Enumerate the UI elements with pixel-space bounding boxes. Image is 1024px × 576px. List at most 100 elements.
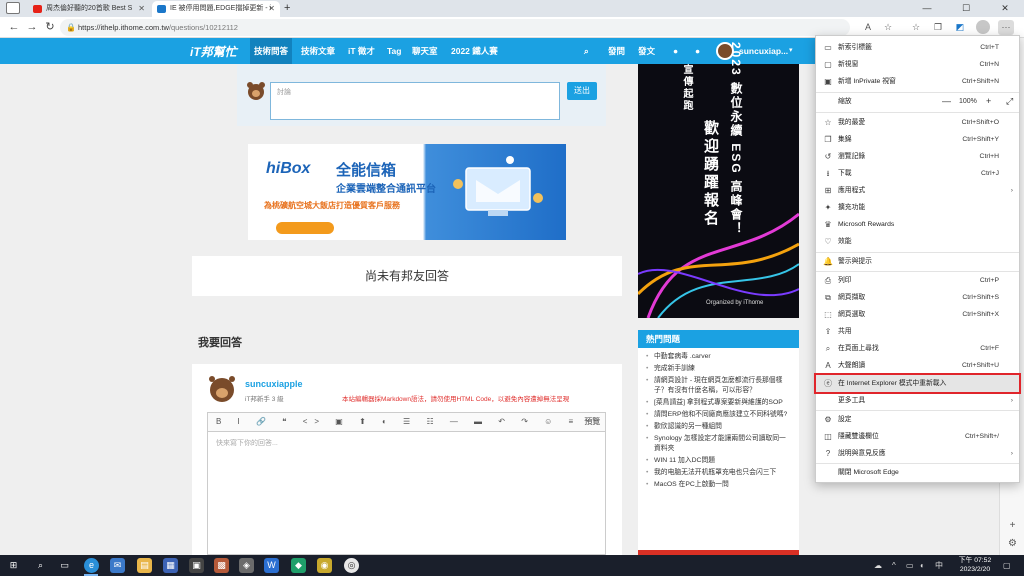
menu-item-close-edge[interactable]: 關閉 Microsoft Edge [816,464,1019,481]
fullscreen-icon[interactable]: ⤢ [1006,93,1013,110]
chat-icon[interactable]: ● [673,38,678,64]
chrome-icon[interactable]: ◎ [344,558,359,573]
menu-item-share[interactable]: ⇪ 共用 [816,323,1019,340]
app-icon[interactable]: ◆ [291,558,306,573]
list-item[interactable]: Synology 怎樣設定才能讓兩間公司讀取同一資料夾 [646,434,791,454]
list-item[interactable]: [菜鳥請益] 拿到程式專案要新與維護的SOP [646,398,791,408]
file-explorer-icon[interactable]: ▤ [137,558,152,573]
answer-textarea[interactable]: 快來寫下你的回答... [207,432,606,555]
list-item[interactable]: 請網頁設計 - 現在網頁怎麼都流行長那個樣子？有沒有什麼名稱，可以形容？ [646,376,791,396]
back-button[interactable]: ← [4,17,24,38]
refresh-button[interactable]: ↻ [40,17,60,38]
menu-item-read-aloud[interactable]: A 大聲朗讀 Ctrl+Shift+U [816,357,1019,374]
address-bar[interactable]: 🔒 https://ithelp.ithome.com.tw/questions… [60,19,850,36]
advertisement-banner[interactable]: hiBox 全能信箱 企業雲端整合通訊平台 為桃礦航空城大飯店打造優質客戶服務 [248,144,566,240]
menu-item-more-tools[interactable]: 更多工具 › [816,392,1019,409]
tray-chevron-icon[interactable]: ^ [892,558,896,573]
preview-button[interactable]: 預覽 [584,417,600,426]
menu-item-web-select[interactable]: ⬚ 網頁選取 Ctrl+Shift+X [816,306,1019,323]
volume-icon[interactable]: ◐ [920,558,925,573]
menu-item-apps[interactable]: ⊞ 應用程式 › [816,182,1019,199]
language-indicator[interactable]: 中 [935,558,943,573]
sidebar-settings-icon[interactable]: ⚙ [1005,536,1020,551]
menu-item-find[interactable]: ⌕ 在頁面上尋找 Ctrl+F [816,340,1019,357]
menu-item-rewards[interactable]: ♛ Microsoft Rewards [816,216,1019,233]
profile-icon[interactable] [976,20,990,34]
sidebar-plus-icon[interactable]: + [1005,518,1020,533]
menu-item-alerts[interactable]: 🔔 警示與提示 [816,253,1019,270]
editor-toolbar[interactable]: B I 🔗 ❝ <> ▣ ⬆ ◐ ☰ ☷ — ▬ ↶ ↷ ☺ ≡ 預覽 [207,412,606,432]
favorite-star-icon[interactable]: ☆ [880,20,896,35]
task-view-icon[interactable]: ▭ [57,558,72,573]
system-clock[interactable]: 下午 07:52 2023/2/20 [955,557,995,574]
list-item[interactable]: MacOS 在PC上啟動一問 [646,480,791,490]
menu-item-ie-mode[interactable]: ⓔ 在 Internet Explorer 模式中重新載入 [814,373,1021,394]
menu-item-performance[interactable]: ♡ 效能 [816,233,1019,250]
list-item[interactable]: 我的电脑无法开机瓶罩充电也只会闪三下 [646,468,791,478]
list-item[interactable]: 中勤套病毒 .carver [646,352,791,362]
search-icon[interactable]: ⌕ [33,558,48,573]
more-menu-icon[interactable]: ··· [998,20,1014,35]
notification-icon[interactable]: ▢ [1003,558,1011,573]
username-menu[interactable]: suncuxiap... [739,38,788,64]
close-tab-icon[interactable]: ✕ [138,1,145,17]
post-button[interactable]: 發文 [638,38,655,64]
forward-button[interactable]: → [22,17,42,38]
app-icon[interactable]: ◉ [317,558,332,573]
nav-tag[interactable]: Tag [383,38,405,64]
tab-youtube[interactable]: 周杰倫好聽的20首歌 Best S ✕ [28,1,150,17]
menu-item-web-capture[interactable]: ⧉ 網頁擷取 Ctrl+Shift+S [816,289,1019,306]
chevron-down-icon[interactable]: ▾ [789,38,793,64]
menu-item-new-window[interactable]: ▢ 新視窗 Ctrl+N [816,56,1019,73]
notification-icon[interactable]: ● [695,38,700,64]
menu-item-favorites[interactable]: ☆ 我的最愛 Ctrl+Shift+O [816,114,1019,131]
edge-icon[interactable]: e [84,558,99,573]
menu-item-collections[interactable]: ❐ 集錦 Ctrl+Shift+Y [816,131,1019,148]
mail-icon[interactable]: ✉ [110,558,125,573]
close-tab-icon[interactable]: ✕ [268,1,275,17]
list-item[interactable]: 歡欣認識的另一種組問 [646,422,791,432]
menu-item-new-tab[interactable]: ▭ 新索引標籤 Ctrl+T [816,39,1019,56]
comment-input[interactable]: 討論 [270,82,560,120]
windows-start-icon[interactable]: ⊞ [6,558,21,573]
minimize-button[interactable]: — [910,0,944,17]
extension-icon[interactable]: ◩ [952,20,968,35]
word-icon[interactable]: W [264,558,279,573]
list-item[interactable]: 完成新手訓練 [646,364,791,374]
menu-item-help[interactable]: ? 說明與意見反應 › [816,445,1019,462]
menu-item-extensions[interactable]: ✦ 擴充功能 [816,199,1019,216]
tab-actions-button[interactable] [6,2,20,14]
favorites-icon[interactable]: ☆ [908,20,924,35]
new-tab-button[interactable]: + [284,0,290,17]
menu-item-print[interactable]: ⎙ 列印 Ctrl+P [816,272,1019,289]
site-search-icon[interactable]: ⌕ [584,38,589,64]
app-icon[interactable]: ▣ [189,558,204,573]
nav-articles[interactable]: 技術文章 [297,38,339,64]
weather-icon[interactable]: ☁ [874,558,882,573]
network-icon[interactable]: ▭ [906,558,914,573]
nav-ironman[interactable]: 2022 鐵人賽 [447,38,502,64]
menu-item-hide-sidebar[interactable]: ◫ 隱藏雙邊欄位 Ctrl+Shift+/ [816,428,1019,445]
tab-ithelp[interactable]: IE 被停用問題,EDGE擋掉更新 - i ✕ [152,1,280,17]
send-button[interactable]: 送出 [567,82,597,100]
app-icon[interactable]: ◈ [239,558,254,573]
zoom-in-button[interactable]: + [986,93,991,110]
menu-item-downloads[interactable]: ⭳ 下載 Ctrl+J [816,165,1019,182]
list-item[interactable]: WIN 11 加入DC問題 [646,456,791,466]
menu-item-history[interactable]: ↺ 瀏覽記錄 Ctrl+H [816,148,1019,165]
zoom-out-button[interactable]: — [942,93,951,110]
collections-icon[interactable]: ❐ [930,20,946,35]
photos-icon[interactable]: ▩ [214,558,229,573]
editor-tools[interactable]: B I 🔗 ❝ <> ▣ ⬆ ◐ ☰ ☷ — ▬ ↶ ↷ ☺ ≡ [216,417,580,426]
site-logo[interactable]: iT邦幫忙 [190,43,237,60]
nav-jobs[interactable]: iT 徵才 [344,38,379,64]
read-aloud-icon[interactable]: A [860,20,876,35]
answer-username[interactable]: suncuxiapple [245,379,303,389]
ask-button[interactable]: 發問 [608,38,625,64]
nav-chat[interactable]: 聊天室 [408,38,442,64]
ad-cta-button[interactable] [276,222,334,234]
maximize-button[interactable]: ☐ [949,0,983,17]
list-item[interactable]: 請問ERP他和不同廠商應該建立不同科號嗎? [646,410,791,420]
menu-item-inprivate[interactable]: ▣ 新增 InPrivate 視窗 Ctrl+Shift+N [816,73,1019,90]
store-icon[interactable]: ▦ [163,558,178,573]
